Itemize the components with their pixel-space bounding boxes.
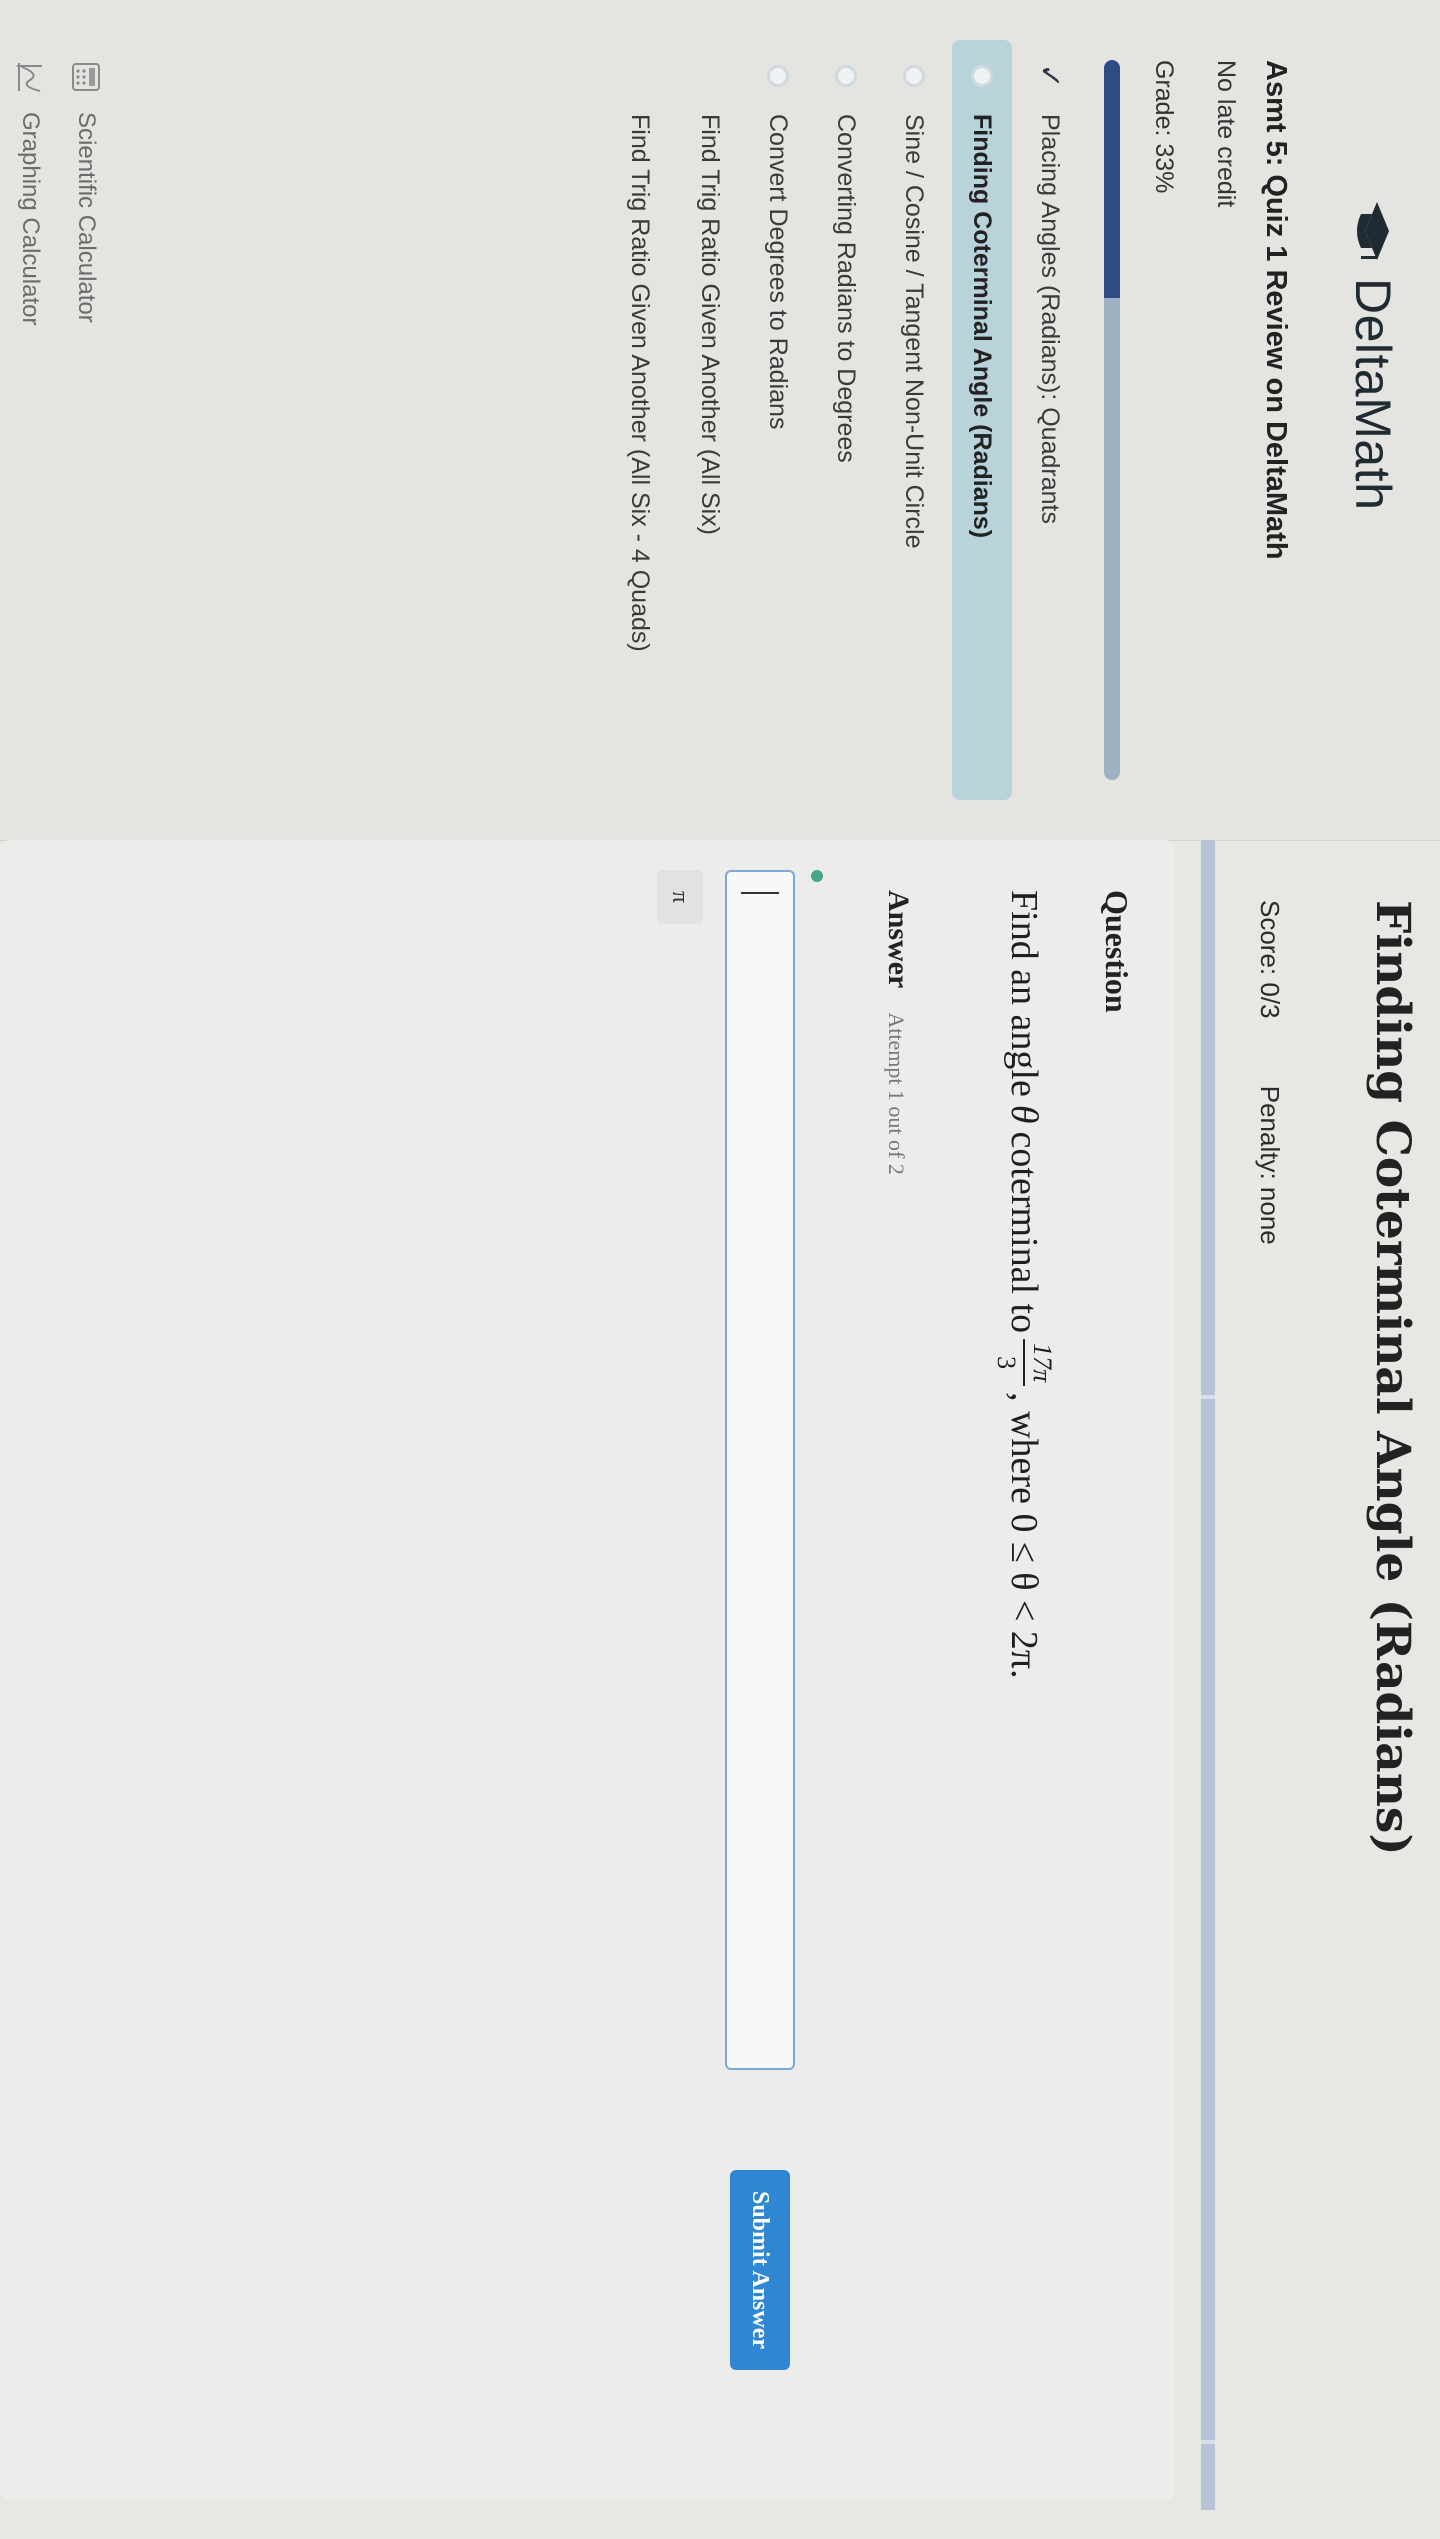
checkmark-icon: ✓ (1033, 63, 1067, 89)
page: DeltaMath Asmt 5: Quiz 1 Review on Delta… (0, 0, 1440, 2539)
problem-progress-bar (1201, 840, 1215, 2510)
skill-item-trig-ratio-all-six[interactable]: Find Trig Ratio Given Another (All Six) (680, 40, 740, 800)
grade-text: Grade: 33% (1150, 60, 1178, 194)
scientific-calculator-link[interactable]: Scientific Calculator (62, 60, 110, 325)
sidebar: DeltaMath Asmt 5: Quiz 1 Review on Delta… (0, 0, 1440, 841)
fraction: 17π 3 (991, 1339, 1057, 1387)
fraction-numerator: 17π (1023, 1339, 1057, 1387)
skill-item-degrees-to-radians[interactable]: Convert Degrees to Radians (748, 40, 808, 800)
grade-progress-fill (1104, 60, 1120, 298)
late-credit-note: No late credit (1212, 60, 1240, 208)
attempt-counter: Attempt 1 out of 2 (884, 1012, 909, 1175)
skill-item-placing-angles[interactable]: ✓ Placing Angles (Radians): Quadrants (1020, 40, 1080, 800)
graph-icon (17, 63, 42, 92)
skill-label: Sine / Cosine / Tangent Non-Unit Circle (900, 114, 929, 549)
submit-answer-button[interactable]: Submit Answer (730, 2170, 790, 2370)
app-name: DeltaMath (1345, 278, 1401, 511)
graphing-calculator-link[interactable]: Graphing Calculator (6, 60, 54, 325)
skill-label: Finding Coterminal Angle (Radians) (968, 114, 997, 539)
penalty-text: Penalty: none (1255, 1085, 1285, 1245)
skill-label: Find Trig Ratio Given Another (All Six) (696, 114, 725, 535)
text-cursor (741, 892, 779, 894)
answer-header: Answer Attempt 1 out of 2 (881, 890, 915, 1175)
pi-key-button[interactable]: π (657, 870, 703, 924)
main-content: Finding Coterminal Angle (Radians) Score… (0, 840, 1440, 2539)
progress-ring-icon (767, 65, 789, 87)
progress-ring-icon (971, 65, 993, 87)
tool-label: Graphing Calculator (17, 112, 44, 326)
tools-list: Scientific Calculator Graphing Calculato… (0, 60, 110, 325)
theta-symbol: θ (1003, 1104, 1045, 1124)
skill-list: ✓ Placing Angles (Radians): Quadrants Fi… (590, 0, 1080, 840)
skill-item-sine-cosine-tangent[interactable]: Sine / Cosine / Tangent Non-Unit Circle (884, 40, 944, 800)
answer-input[interactable] (725, 870, 795, 2070)
progress-ring-icon (835, 65, 857, 87)
skill-label: Converting Radians to Degrees (832, 114, 861, 463)
skill-label: Placing Angles (Radians): Quadrants (1036, 114, 1065, 524)
question-label: Question (1099, 890, 1135, 1013)
page-title: Finding Coterminal Angle (Radians) (1365, 900, 1420, 1856)
progress-ring-icon (903, 65, 925, 87)
question-text: Find an angle θ coterminal to 17π 3 , wh… (991, 890, 1057, 1679)
progress-segment-divider (1201, 2440, 1215, 2444)
assignment-title: Asmt 5: Quiz 1 Review on DeltaMath (1260, 60, 1292, 560)
score-text: Score: 0/3 (1255, 900, 1285, 1019)
tool-label: Scientific Calculator (73, 112, 100, 323)
progress-segment-divider (1201, 1395, 1215, 1399)
skill-item-trig-ratio-four-quads[interactable]: Find Trig Ratio Given Another (All Six -… (598, 40, 672, 800)
answer-label: Answer (882, 890, 915, 989)
status-dot (811, 870, 823, 882)
skill-item-finding-coterminal[interactable]: Finding Coterminal Angle (Radians) (952, 40, 1012, 800)
graduation-cap-icon (1357, 202, 1389, 260)
grade-progress-bar (1104, 60, 1120, 780)
skill-label: Convert Degrees to Radians (764, 114, 793, 430)
calculator-icon (72, 63, 100, 91)
skill-label: Find Trig Ratio Given Another (All Six -… (626, 114, 654, 652)
deltamath-logo[interactable]: DeltaMath (1344, 200, 1402, 510)
question-prefix: Find an angle (1003, 890, 1045, 1097)
question-card: Question Find an angle θ coterminal to 1… (0, 840, 1175, 2500)
question-middle: coterminal to (1003, 1131, 1045, 1334)
score-row: Score: 0/3 Penalty: none (1254, 900, 1285, 1305)
skill-item-radians-to-degrees[interactable]: Converting Radians to Degrees (816, 40, 876, 800)
question-suffix: , where 0 ≤ θ < 2π. (1003, 1392, 1045, 1679)
fraction-denominator: 3 (992, 1356, 1021, 1370)
